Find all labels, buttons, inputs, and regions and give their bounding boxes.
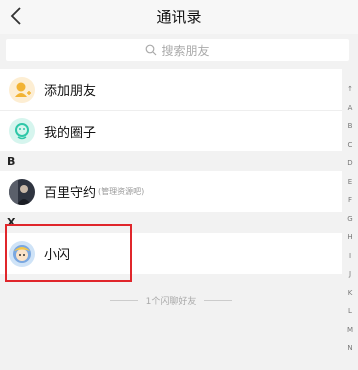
contact-item[interactable]: 小闪 [0, 233, 342, 274]
friend-count-footer: 1个闪聊好友 [0, 294, 342, 307]
my-circle-item[interactable]: 我的圈子 [0, 111, 342, 151]
footer-line [109, 300, 138, 301]
search-placeholder: 搜索朋友 [161, 43, 210, 58]
contact-name: 百里守约 [44, 186, 97, 201]
index-letter[interactable]: M [347, 321, 353, 340]
search-icon [146, 44, 157, 56]
search-input[interactable]: 搜索朋友 [6, 39, 349, 61]
index-letter[interactable]: I [349, 247, 351, 266]
footer-line [204, 300, 233, 301]
section-header-x: X [0, 213, 342, 232]
index-letter[interactable]: C [348, 136, 353, 155]
index-letter[interactable]: J [349, 265, 351, 284]
contact-remark: (管理资源吧) [98, 187, 145, 196]
index-letter[interactable]: E [348, 173, 352, 192]
contact-name: 小闪 [44, 248, 71, 263]
add-friend-icon [9, 76, 35, 103]
alphabet-index[interactable]: ↑ A B C D E F G H I J K L M N [342, 80, 358, 358]
add-friend-item[interactable]: 添加朋友 [0, 69, 342, 110]
index-letter[interactable]: G [347, 210, 352, 229]
section-header-b: B [0, 152, 342, 171]
header: 通讯录 [0, 0, 358, 34]
index-letter[interactable]: L [348, 302, 352, 321]
index-letter[interactable]: D [347, 154, 352, 173]
contact-item[interactable]: 百里守约 (管理资源吧) [0, 171, 342, 212]
index-letter[interactable]: A [348, 99, 353, 118]
index-letter[interactable]: ↑ [347, 80, 353, 99]
index-letter[interactable]: F [348, 191, 352, 210]
index-letter[interactable]: H [347, 228, 352, 247]
index-letter[interactable]: N [347, 339, 352, 358]
avatar [9, 240, 35, 267]
page-title: 通讯录 [156, 8, 202, 26]
circle-icon [9, 118, 35, 144]
add-friend-label: 添加朋友 [44, 84, 97, 99]
friend-count: 1个闪聊好友 [145, 297, 197, 307]
index-letter[interactable]: K [348, 284, 353, 303]
index-letter[interactable]: B [348, 117, 353, 136]
avatar [9, 178, 35, 205]
my-circle-label: 我的圈子 [44, 125, 97, 141]
